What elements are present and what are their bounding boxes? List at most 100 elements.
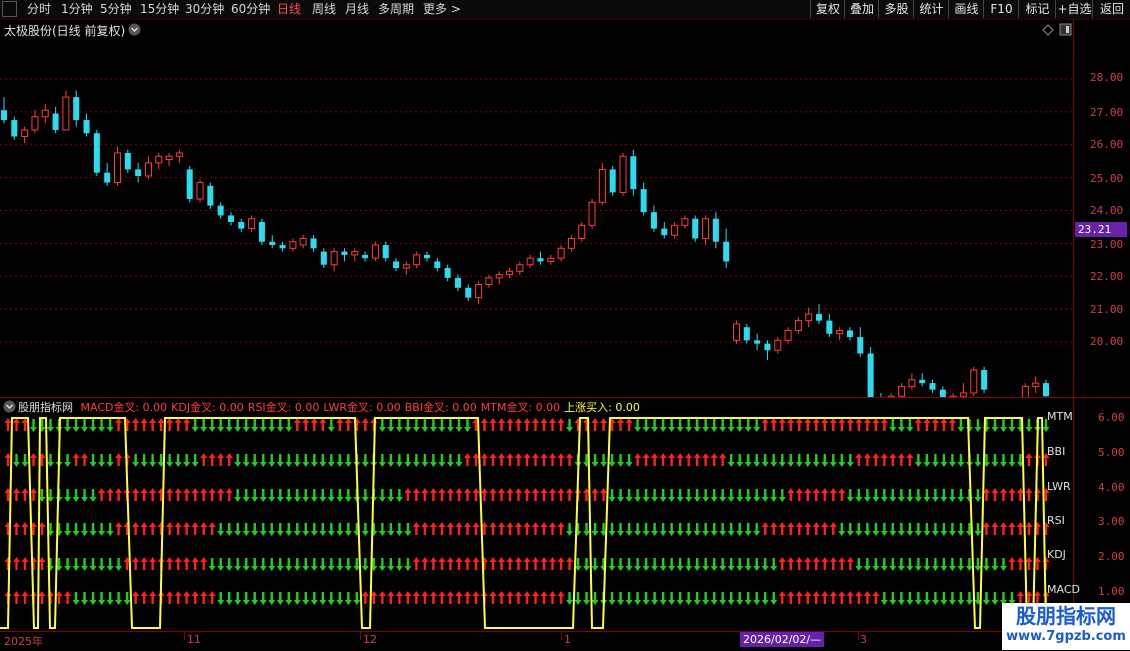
down-arrow-icon: [744, 558, 752, 571]
indicator-collapse-icon[interactable]: [3, 400, 16, 413]
down-arrow-icon: [208, 558, 216, 571]
down-arrow-icon: [242, 454, 250, 467]
up-arrow-icon: [846, 591, 854, 604]
up-arrow-icon: [489, 591, 497, 604]
down-arrow-icon: [736, 454, 744, 467]
up-arrow-icon: [506, 453, 514, 466]
down-arrow-icon: [234, 489, 242, 502]
up-arrow-icon: [480, 488, 488, 501]
down-arrow-icon: [736, 419, 744, 432]
down-arrow-icon: [276, 592, 284, 605]
period-tab-10[interactable]: 更多 >: [423, 1, 461, 18]
toolbar-button-5[interactable]: F10: [983, 0, 1019, 18]
up-arrow-icon: [1008, 557, 1016, 570]
candle: [774, 337, 782, 354]
up-arrow-icon: [787, 591, 795, 604]
period-tab-6[interactable]: 日线: [277, 1, 301, 18]
up-arrow-icon: [846, 557, 854, 570]
up-arrow-icon: [115, 522, 123, 535]
period-tab-5[interactable]: 60分钟: [231, 1, 270, 18]
down-arrow-icon: [429, 454, 437, 467]
up-arrow-icon: [532, 557, 540, 570]
indicator-row-label: MTM: [1047, 410, 1073, 423]
down-arrow-icon: [293, 489, 301, 502]
up-arrow-icon: [191, 488, 199, 501]
watermark-title: 股朋指标网: [1016, 604, 1116, 628]
up-arrow-icon: [72, 453, 80, 466]
down-arrow-icon: [591, 454, 599, 467]
indicator-name[interactable]: 股朋指标网: [18, 401, 73, 414]
up-arrow-icon: [506, 418, 514, 431]
down-arrow-icon: [651, 558, 659, 571]
up-arrow-icon: [310, 418, 318, 431]
up-arrow-icon: [98, 488, 106, 501]
down-arrow-icon: [268, 592, 276, 605]
period-tab-4[interactable]: 30分钟: [185, 1, 224, 18]
toolbar-button-7[interactable]: 返回: [1092, 0, 1130, 18]
down-arrow-icon: [651, 419, 659, 432]
candle: [227, 212, 234, 226]
down-arrow-icon: [914, 454, 922, 467]
period-tab-9[interactable]: 多周期: [378, 1, 414, 18]
up-arrow-icon: [21, 591, 29, 604]
indicator-row-label: RSI: [1047, 514, 1065, 527]
up-arrow-icon: [183, 418, 191, 431]
candle: [1032, 376, 1040, 393]
down-arrow-icon: [846, 523, 854, 536]
period-tab-3[interactable]: 15分钟: [140, 1, 179, 18]
toolbar-button-3[interactable]: 统计: [913, 0, 949, 18]
period-tab-1[interactable]: 1分钟: [61, 1, 93, 18]
down-arrow-icon: [327, 523, 335, 536]
down-arrow-icon: [327, 592, 335, 605]
down-arrow-icon: [115, 592, 123, 605]
down-arrow-icon: [574, 592, 582, 605]
indicator-axis-label: 4.00: [1098, 481, 1125, 494]
period-tab-7[interactable]: 周线: [312, 1, 336, 18]
down-arrow-icon: [583, 558, 591, 571]
candle: [73, 90, 80, 127]
down-arrow-icon: [302, 489, 310, 502]
period-tab-0[interactable]: 分时: [27, 1, 51, 18]
candle: [21, 126, 29, 144]
toolbar-button-2[interactable]: 多股: [878, 0, 914, 18]
down-arrow-icon: [251, 419, 259, 432]
up-arrow-icon: [532, 591, 540, 604]
up-arrow-icon: [166, 557, 174, 570]
down-arrow-icon: [855, 523, 863, 536]
indicator-row-label: MACD: [1047, 583, 1080, 596]
down-arrow-icon: [98, 419, 106, 432]
toolbar-button-0[interactable]: 复权: [810, 0, 845, 18]
time-axis: 2025年1112123: [0, 631, 1073, 651]
down-arrow-icon: [1025, 419, 1033, 432]
toolbar-button-4[interactable]: 画线: [948, 0, 984, 18]
price-label: 20.00: [1090, 335, 1124, 348]
period-tab-2[interactable]: 5分钟: [100, 1, 132, 18]
indicator-item-2: RSI金叉: 0.00: [247, 401, 320, 414]
candle: [898, 383, 906, 397]
down-arrow-icon: [293, 454, 301, 467]
candle: [640, 182, 647, 216]
toolbar-button-6[interactable]: +自选: [1055, 0, 1093, 18]
down-arrow-icon: [455, 454, 463, 467]
up-arrow-icon: [523, 453, 531, 466]
down-arrow-icon: [378, 558, 386, 571]
toolbar-button-1[interactable]: 叠加: [844, 0, 879, 18]
candlestick-chart[interactable]: [0, 19, 1073, 397]
down-arrow-icon: [719, 592, 727, 605]
down-arrow-icon: [463, 419, 471, 432]
candle: [165, 152, 173, 167]
down-arrow-icon: [634, 419, 642, 432]
up-arrow-icon: [225, 488, 233, 501]
up-arrow-icon: [319, 418, 327, 431]
up-arrow-icon: [770, 418, 778, 431]
toolbar-button-8[interactable]: 标记: [1018, 0, 1056, 18]
up-arrow-icon: [200, 522, 208, 535]
down-arrow-icon: [897, 523, 905, 536]
time-label-1: 11: [187, 633, 201, 646]
up-arrow-icon: [940, 418, 948, 431]
period-tab-8[interactable]: 月线: [345, 1, 369, 18]
up-arrow-icon: [497, 591, 505, 604]
up-arrow-icon: [421, 557, 429, 570]
menu-icon[interactable]: [2, 1, 17, 17]
indicator-chart[interactable]: [0, 414, 1073, 631]
